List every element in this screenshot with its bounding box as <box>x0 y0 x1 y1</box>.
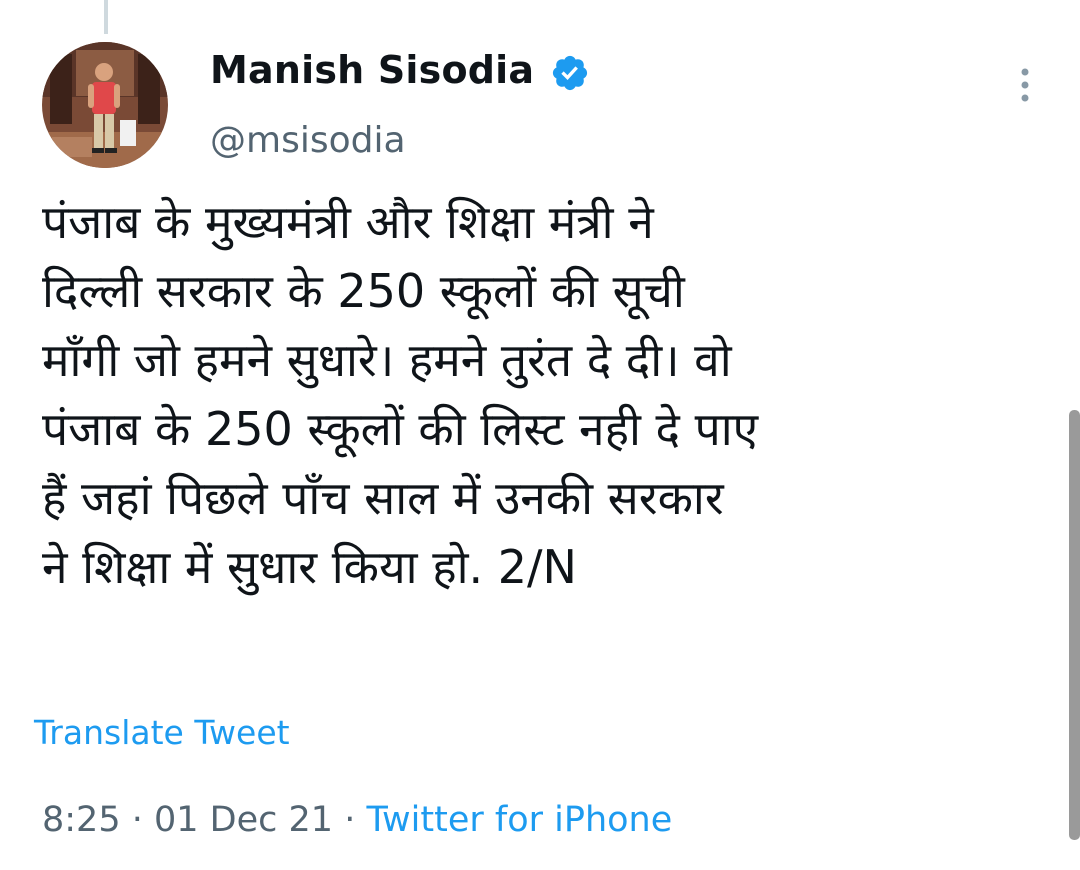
tweet-text-line: दिल्ली सरकार के 250 स्कूलों की सूची <box>42 264 685 318</box>
tweet-metadata: 8:25 · 01 Dec 21 · Twitter for iPhone <box>42 800 672 840</box>
meta-separator: · <box>120 800 154 840</box>
tweet-text-line: पंजाब के मुख्यमंत्री और शिक्षा मंत्री ने <box>42 195 654 249</box>
scrollbar-thumb[interactable] <box>1069 410 1080 840</box>
translate-tweet-link[interactable]: Translate Tweet <box>34 713 290 752</box>
tweet-text-line: हैं जहां पिछले पाँच साल में उनकी सरकार <box>42 471 724 525</box>
thread-connector-line <box>104 0 108 34</box>
author-handle[interactable]: @msisodia <box>210 120 406 161</box>
avatar[interactable] <box>42 42 168 168</box>
tweet-source-link[interactable]: Twitter for iPhone <box>366 800 672 840</box>
verified-badge-icon <box>552 55 588 91</box>
meta-separator: · <box>333 800 367 840</box>
tweet-text-line: माँगी जो हमने सुधारे। हमने तुरंत दे दी। … <box>42 333 732 387</box>
tweet-time[interactable]: 8:25 <box>42 800 121 840</box>
author-display-name[interactable]: Manish Sisodia <box>210 48 534 92</box>
avatar-photo <box>42 42 168 168</box>
tweet-text-line: ने शिक्षा में सुधार किया हो. 2/N <box>42 540 577 594</box>
tweet-text-line: पंजाब के 250 स्कूलों की लिस्ट नही दे पाए <box>42 402 759 456</box>
more-options-icon[interactable] <box>1010 64 1040 106</box>
tweet-date[interactable]: 01 Dec 21 <box>154 800 333 840</box>
tweet-text: पंजाब के मुख्यमंत्री और शिक्षा मंत्री ने… <box>42 188 1042 602</box>
tweet-detail: Manish Sisodia @msisodia पंजाब के मुख्यम… <box>0 0 1080 870</box>
